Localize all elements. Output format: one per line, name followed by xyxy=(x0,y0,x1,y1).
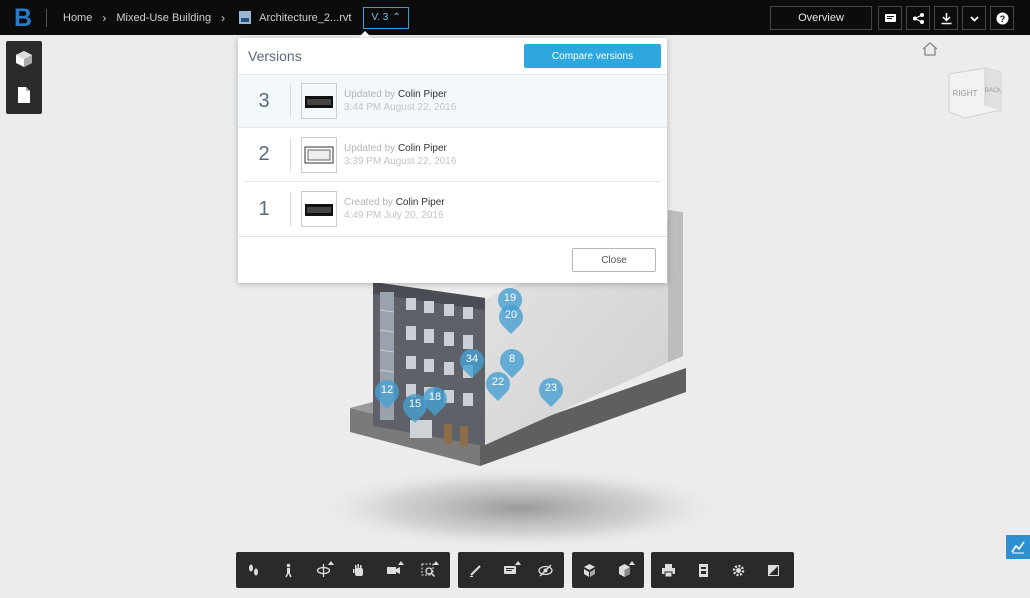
model-browser-button[interactable] xyxy=(6,41,42,77)
overview-button[interactable]: Overview xyxy=(770,6,872,30)
chevron-down-icon[interactable] xyxy=(962,6,986,30)
version-row[interactable]: 3 Updated by Colin Piper 3:44 PM August … xyxy=(238,74,667,128)
print-icon[interactable] xyxy=(651,552,686,588)
issue-pin[interactable]: 23 xyxy=(534,373,568,408)
comment-icon[interactable] xyxy=(878,6,902,30)
version-thumbnail xyxy=(301,83,337,119)
left-tool-panel xyxy=(6,41,42,114)
divider xyxy=(290,137,291,172)
navigation-toolbar xyxy=(236,552,450,588)
version-action: Created by xyxy=(344,197,393,208)
version-user: Colin Piper xyxy=(395,197,445,208)
breadcrumb-home[interactable]: Home xyxy=(63,12,92,24)
version-number: 1 xyxy=(258,197,270,220)
close-button[interactable]: Close xyxy=(572,248,656,272)
versions-title: Versions xyxy=(248,48,302,64)
version-thumbnail xyxy=(301,136,337,173)
version-date: 4:49 PM July 20, 2016 xyxy=(344,210,444,221)
camera-icon[interactable] xyxy=(376,552,411,588)
zoom-window-icon[interactable] xyxy=(411,552,446,588)
settings-icon[interactable] xyxy=(721,552,756,588)
markup-toolbar xyxy=(458,552,564,588)
explode-icon[interactable] xyxy=(572,552,607,588)
issue-pin[interactable]: 22 xyxy=(481,367,515,402)
walk-icon[interactable] xyxy=(271,552,306,588)
app-logo[interactable]: B xyxy=(14,5,36,31)
version-date: 3:44 PM August 22, 2016 xyxy=(344,102,457,113)
version-label: V. 3 xyxy=(371,12,389,23)
share-icon[interactable] xyxy=(906,6,930,30)
orbit-icon[interactable] xyxy=(306,552,341,588)
version-number: 3 xyxy=(258,89,270,112)
svg-text:?: ? xyxy=(999,14,1005,24)
version-action: Updated by xyxy=(344,142,396,154)
feedback-icon xyxy=(1011,541,1025,554)
markup-icon[interactable] xyxy=(458,552,493,588)
viewcube-right-label: RIGHT xyxy=(953,89,978,98)
compare-versions-button[interactable]: Compare versions xyxy=(524,44,661,68)
viewcube-back-label: BACK xyxy=(985,88,1001,94)
home-icon[interactable] xyxy=(922,42,938,56)
fullscreen-icon[interactable] xyxy=(756,552,791,588)
document-icon xyxy=(18,87,30,103)
top-bar: B Home › Mixed-Use Building › Architectu… xyxy=(0,0,1030,35)
version-selector[interactable]: V. 3 ⌃ xyxy=(363,6,409,29)
version-number: 2 xyxy=(258,143,270,165)
chevron-right-icon: › xyxy=(221,10,226,25)
issue-pin[interactable]: 18 xyxy=(418,382,452,417)
feedback-tab[interactable] xyxy=(1006,535,1030,559)
version-thumbnail xyxy=(301,191,337,227)
visibility-icon[interactable] xyxy=(528,552,563,588)
breadcrumb-project[interactable]: Mixed-Use Building xyxy=(116,12,211,24)
cube-icon xyxy=(16,51,32,67)
footprints-icon[interactable] xyxy=(236,552,271,588)
version-row[interactable]: 2 Updated by Colin Piper 3:39 PM August … xyxy=(244,128,661,182)
viewcube[interactable]: RIGHT BACK xyxy=(945,64,1005,124)
settings-toolbar xyxy=(651,552,794,588)
pan-icon[interactable] xyxy=(341,552,376,588)
divider xyxy=(290,84,291,118)
revit-file-icon xyxy=(239,11,252,24)
version-action: Updated by xyxy=(344,89,396,100)
section-icon[interactable] xyxy=(607,552,642,588)
chevron-up-icon: ⌃ xyxy=(392,12,401,23)
versions-dropdown: Versions Compare versions 3 Updated by C… xyxy=(238,38,667,283)
download-icon[interactable] xyxy=(934,6,958,30)
comment-icon[interactable] xyxy=(493,552,528,588)
model-toolbar xyxy=(572,552,644,588)
dropdown-caret xyxy=(358,31,372,38)
issue-pin[interactable]: 20 xyxy=(494,300,528,335)
issue-pin[interactable]: 34 xyxy=(455,344,489,379)
sheets-button[interactable] xyxy=(6,77,42,113)
version-user: Colin Piper xyxy=(397,89,447,100)
help-icon[interactable]: ? xyxy=(990,6,1014,30)
breadcrumb-file[interactable]: Architecture_2...rvt xyxy=(259,12,351,24)
properties-icon[interactable] xyxy=(686,552,721,588)
version-user: Colin Piper xyxy=(397,142,447,154)
chevron-right-icon: › xyxy=(102,10,107,25)
version-date: 3:39 PM August 22, 2016 xyxy=(344,155,457,167)
issue-pin[interactable]: 12 xyxy=(370,375,404,410)
divider xyxy=(46,8,47,27)
version-row[interactable]: 1 Created by Colin Piper 4:49 PM July 20… xyxy=(244,182,661,236)
divider xyxy=(290,192,291,226)
